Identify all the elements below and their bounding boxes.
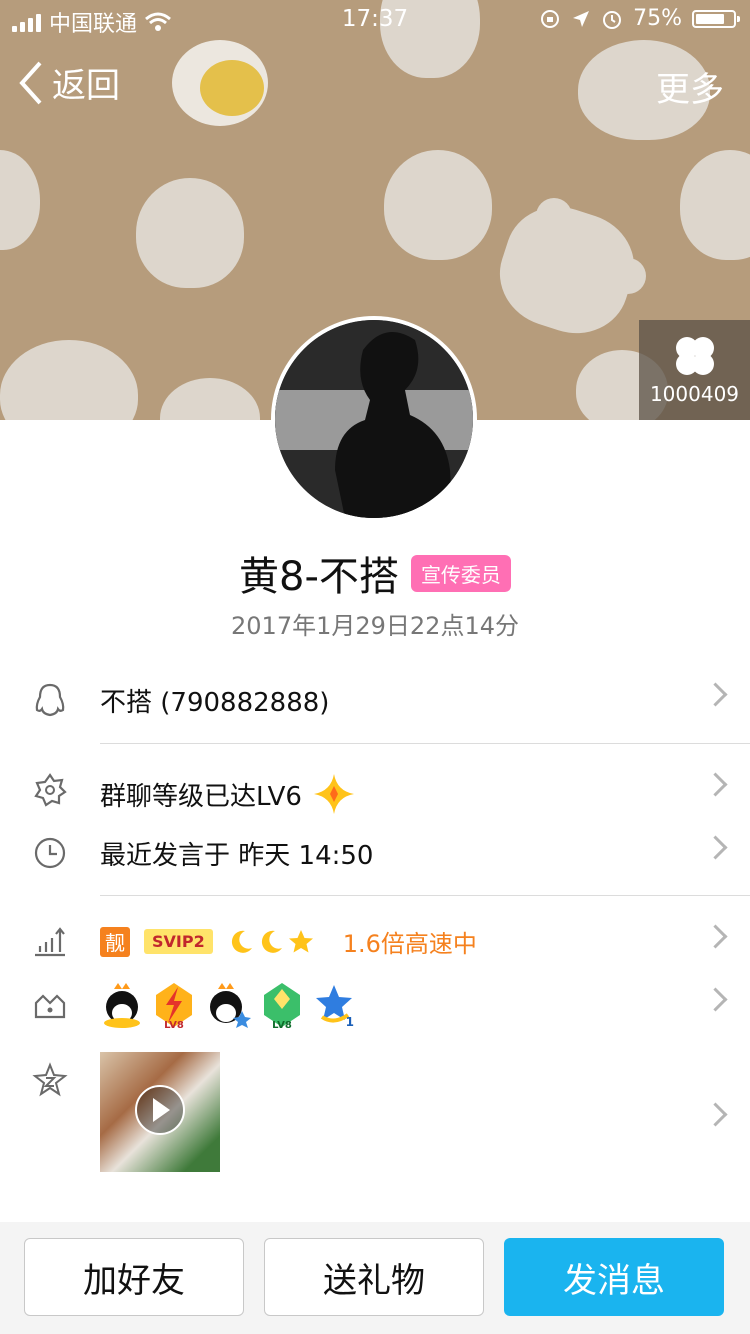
liang-vip-badge: 靓 bbox=[100, 926, 130, 957]
last-speak-row[interactable]: 最近发言于 昨天 14:50 bbox=[0, 823, 750, 883]
group-level-row[interactable]: 群聊等级已达LV6 bbox=[0, 760, 750, 820]
clock-icon bbox=[34, 837, 66, 869]
popularity-badge[interactable]: 1000409 bbox=[639, 320, 750, 420]
penguin-badge-icon bbox=[104, 983, 140, 1028]
green-level-badge: LV8 bbox=[260, 981, 304, 1031]
battery-icon bbox=[692, 9, 740, 28]
star-z-icon bbox=[32, 1062, 68, 1097]
lightning-level-badge: LV8 bbox=[152, 981, 196, 1031]
penguin-star-badge-icon bbox=[210, 983, 251, 1028]
bun-illustration bbox=[0, 150, 40, 250]
battery-percent: 75% bbox=[633, 6, 682, 31]
chevron-right-icon bbox=[703, 835, 728, 860]
sparkle-level-icon bbox=[313, 774, 354, 814]
bun-illustration bbox=[680, 150, 750, 260]
back-button[interactable]: 返回 bbox=[18, 58, 120, 107]
bun-illustration bbox=[0, 340, 138, 420]
badge-number: 1000409 bbox=[649, 382, 740, 406]
play-icon bbox=[135, 1085, 185, 1135]
bear-illustration bbox=[486, 192, 648, 348]
join-date: 2017年1月29日22点14分 bbox=[231, 612, 519, 640]
chevron-right-icon bbox=[703, 1102, 728, 1127]
divider bbox=[100, 895, 750, 896]
bun-illustration bbox=[160, 378, 260, 420]
more-button[interactable]: 更多 bbox=[656, 62, 724, 111]
alarm-icon bbox=[603, 10, 622, 29]
send-gift-button[interactable]: 送礼物 bbox=[264, 1238, 484, 1316]
vip-row[interactable]: 靓 SVIP2 1.6倍高速中 bbox=[0, 912, 750, 972]
media-row[interactable] bbox=[0, 1050, 750, 1174]
clover-icon bbox=[675, 337, 714, 375]
divider bbox=[100, 743, 750, 744]
location-icon bbox=[573, 10, 590, 27]
profile-name: 黄8-不搭 bbox=[239, 554, 399, 600]
badges-row[interactable]: LV8 LV8 1 bbox=[0, 975, 750, 1035]
profile-name-row: 黄8-不搭 宣传委员 bbox=[0, 544, 750, 602]
egg-yolk-illustration bbox=[200, 60, 264, 116]
qq-account-text: 不搭 (790882888) bbox=[100, 688, 330, 718]
lightning-level-label: LV8 bbox=[164, 1020, 184, 1031]
avatar[interactable] bbox=[271, 316, 477, 522]
speed-text: 1.6倍高速中 bbox=[342, 930, 477, 958]
send-message-button[interactable]: 发消息 bbox=[504, 1238, 724, 1316]
status-bar: 中国联通 17:37 75% bbox=[0, 0, 750, 40]
badge-star-icon bbox=[34, 773, 67, 807]
last-speak-text: 最近发言于 昨天 14:50 bbox=[100, 841, 374, 871]
chevron-right-icon bbox=[703, 987, 728, 1012]
bun-illustration bbox=[384, 150, 492, 260]
add-friend-button[interactable]: 加好友 bbox=[24, 1238, 244, 1316]
green-level-label: LV8 bbox=[272, 1020, 292, 1031]
bun-illustration bbox=[136, 178, 244, 288]
level-moons-icon bbox=[227, 928, 315, 956]
rotation-lock-icon bbox=[541, 9, 560, 28]
growth-chart-icon bbox=[35, 927, 65, 957]
chevron-right-icon bbox=[703, 772, 728, 797]
group-level-text: 群聊等级已达LV6 bbox=[100, 781, 302, 812]
video-thumbnail[interactable] bbox=[100, 1052, 220, 1172]
chevron-right-icon bbox=[703, 682, 728, 707]
star-moon-badge: 1 bbox=[312, 981, 356, 1029]
crown-icon bbox=[34, 994, 66, 1019]
group-title-tag: 宣传委员 bbox=[410, 554, 511, 592]
back-label: 返回 bbox=[52, 66, 120, 106]
action-footer: 加好友 送礼物 发消息 bbox=[0, 1222, 750, 1334]
avatar-image bbox=[275, 320, 473, 518]
chevron-left-icon bbox=[19, 61, 42, 104]
penguin-icon bbox=[35, 683, 65, 717]
star-moon-count: 1 bbox=[345, 1015, 354, 1029]
qq-account-row[interactable]: 不搭 (790882888) bbox=[0, 670, 750, 730]
svip-badge: SVIP2 bbox=[144, 929, 213, 954]
chevron-right-icon bbox=[703, 924, 728, 949]
